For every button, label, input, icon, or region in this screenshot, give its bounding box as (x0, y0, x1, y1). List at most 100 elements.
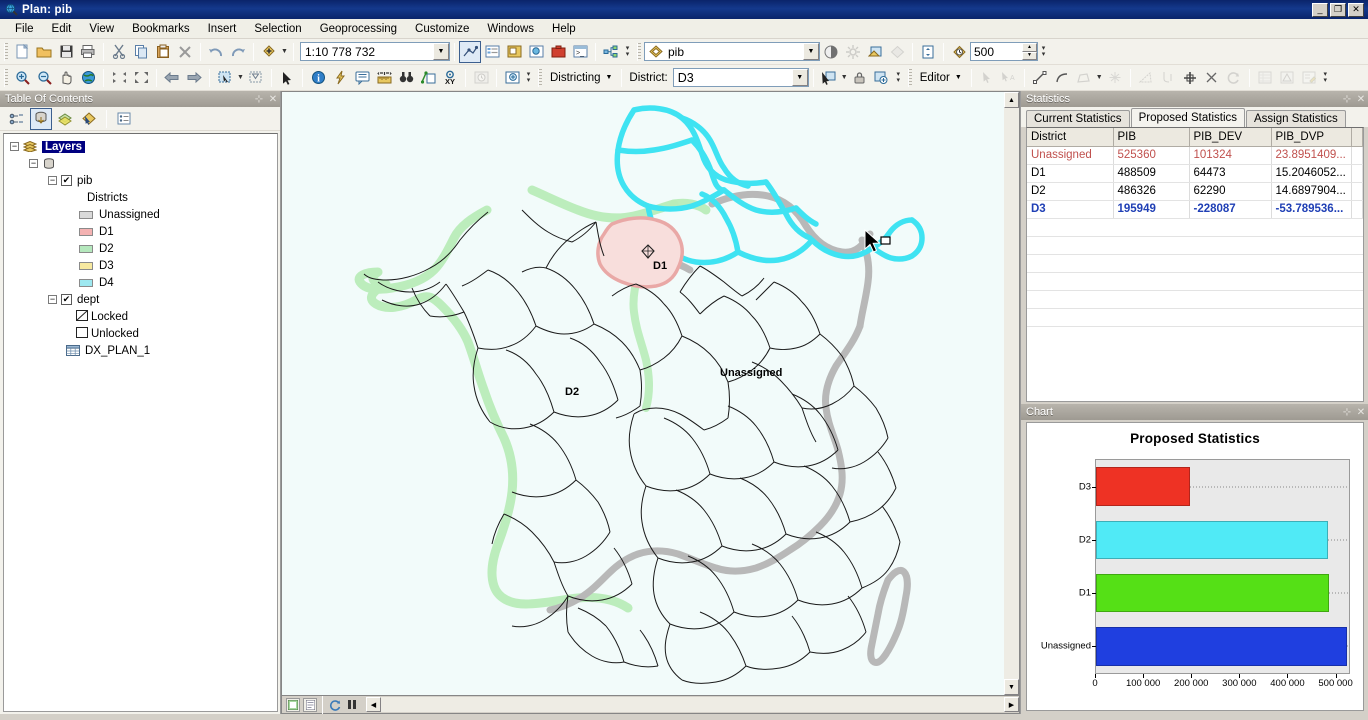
active-layer-dropdown-icon[interactable]: ▼ (803, 43, 819, 60)
page-status-icon[interactable] (303, 697, 317, 712)
chart-body[interactable]: Proposed Statistics Unassigned D1 D2 D3 0 10… (1026, 422, 1364, 711)
fixed-zoom-in-icon[interactable] (108, 67, 130, 89)
list-by-selection-icon[interactable] (78, 108, 100, 130)
edit-tool-icon[interactable] (976, 67, 998, 89)
toolbar-overflow-icon[interactable]: ▾ ▾ (523, 67, 534, 89)
attributes-table-icon[interactable] (1254, 67, 1276, 89)
select-features-icon[interactable] (214, 67, 236, 89)
legend-item-d4[interactable]: D4 (10, 274, 277, 291)
menu-file[interactable]: File (6, 21, 43, 37)
select-features-dropdown-icon[interactable]: ▼ (236, 67, 245, 89)
map-canvas[interactable]: D1 D2 Unassigned (281, 91, 1004, 696)
split-icon[interactable] (1157, 67, 1179, 89)
construction-tools-icon[interactable] (1073, 67, 1095, 89)
close-icon[interactable]: ✕ (1354, 407, 1368, 418)
tree-node-datasource[interactable]: − (10, 155, 277, 172)
tab-proposed-statistics[interactable]: Proposed Statistics (1130, 108, 1245, 127)
expander-icon[interactable]: − (48, 176, 57, 185)
search-window-icon[interactable] (525, 41, 547, 63)
table-row[interactable]: D3 195949 -228087 -53.789536... (1027, 200, 1363, 219)
construction-tools-dropdown-icon[interactable]: ▼ (1095, 67, 1104, 89)
district-combo[interactable]: D3 ▼ (672, 68, 809, 87)
close-icon[interactable]: ✕ (266, 94, 280, 105)
edit-annotation-icon[interactable]: A (998, 67, 1020, 89)
toolbar-grip[interactable] (907, 68, 912, 87)
dept-visibility-checkbox[interactable]: ✔ (61, 294, 72, 305)
zoom-out-icon[interactable] (33, 67, 55, 89)
legend-item-d2[interactable]: D2 (10, 240, 277, 257)
tree-node-dept[interactable]: − ✔ dept (10, 291, 277, 308)
toolbar-grip[interactable] (637, 42, 641, 61)
scroll-track[interactable] (381, 697, 1004, 712)
toolbar-overflow-icon[interactable]: ▾ ▾ (1038, 41, 1049, 63)
list-by-visibility-icon[interactable] (54, 108, 76, 130)
toolbar-grip[interactable] (538, 68, 542, 87)
tree-node-dx-plan-table[interactable]: DX_PLAN_1 (10, 342, 277, 359)
scroll-right-button[interactable]: ▶ (1004, 697, 1019, 712)
contrast-icon[interactable] (820, 41, 842, 63)
district-dropdown-icon[interactable]: ▼ (791, 69, 808, 86)
add-data-dropdown-icon[interactable]: ▼ (280, 41, 289, 63)
maximize-button[interactable]: ❐ (1330, 2, 1346, 17)
menu-edit[interactable]: Edit (43, 21, 81, 37)
merge-icon[interactable] (1179, 67, 1201, 89)
close-icon[interactable]: ✕ (1354, 94, 1368, 105)
menu-selection[interactable]: Selection (245, 21, 310, 37)
pin-icon[interactable]: ⊹ (252, 94, 266, 105)
map-scale-dropdown-icon[interactable]: ▼ (433, 43, 449, 60)
toolbar-grip[interactable] (4, 42, 8, 61)
scroll-left-button[interactable]: ◀ (366, 697, 381, 712)
menu-windows[interactable]: Windows (478, 21, 543, 37)
list-by-source-icon[interactable] (30, 107, 52, 130)
create-viewer-window-icon[interactable] (501, 67, 523, 89)
tree-node-layers[interactable]: − Layers (10, 138, 277, 155)
districting-menu[interactable]: Districting ▼ (545, 68, 617, 88)
scroll-up-button[interactable]: ▲ (1004, 92, 1019, 108)
trace-icon[interactable] (1135, 67, 1157, 89)
expander-icon[interactable]: − (29, 159, 38, 168)
legend-item-d1[interactable]: D1 (10, 223, 277, 240)
table-row[interactable]: D2 486326 62290 14.6897904... (1027, 182, 1363, 201)
table-row[interactable]: D1 488509 64473 15.2046052... (1027, 164, 1363, 183)
pin-icon[interactable]: ⊹ (1340, 407, 1354, 418)
expander-icon[interactable]: − (10, 142, 19, 151)
lock-district-icon[interactable] (849, 67, 871, 89)
zoom-in-icon[interactable] (11, 67, 33, 89)
layer-tree[interactable]: − Layers − − ✔ pib Districts Unassigned … (3, 133, 278, 712)
swap-layer-icon[interactable] (864, 41, 886, 63)
catalog-icon[interactable] (503, 41, 525, 63)
sketch-summary-icon[interactable] (1276, 67, 1298, 89)
open-folder-icon[interactable] (33, 41, 55, 63)
undo-icon[interactable] (205, 41, 227, 63)
tab-current-statistics[interactable]: Current Statistics (1026, 110, 1130, 127)
new-document-icon[interactable] (11, 41, 33, 63)
feature-count-spinner[interactable]: 500 ▲ ▼ (970, 42, 1038, 61)
map-vertical-scrollbar[interactable]: ▲ ▼ (1004, 91, 1020, 696)
column-header-blank[interactable] (1351, 128, 1363, 147)
go-to-xy-icon[interactable]: XY (439, 67, 461, 89)
feature-count-steppers[interactable]: ▲ ▼ (1022, 43, 1037, 60)
table-of-contents-icon[interactable] (481, 41, 503, 63)
add-data-icon[interactable] (258, 41, 280, 63)
map-horizontal-scrollbar[interactable]: ◀ ▶ (366, 697, 1019, 712)
legend-item-d3[interactable]: D3 (10, 257, 277, 274)
column-header-pib-dvp[interactable]: PIB_DVP (1271, 128, 1352, 147)
assign-district-dropdown-icon[interactable]: ▼ (840, 67, 849, 89)
html-popup-icon[interactable] (351, 67, 373, 89)
column-header-pib-dev[interactable]: PIB_DEV (1189, 128, 1272, 147)
tab-assign-statistics[interactable]: Assign Statistics (1246, 110, 1346, 127)
delete-icon[interactable] (174, 41, 196, 63)
menu-bookmarks[interactable]: Bookmarks (123, 21, 199, 37)
python-window-icon[interactable]: >_ (569, 41, 591, 63)
hyperlink-icon[interactable] (329, 67, 351, 89)
cut-icon[interactable] (108, 41, 130, 63)
sketch-properties-icon[interactable] (1104, 67, 1126, 89)
minimize-button[interactable]: _ (1312, 2, 1328, 17)
menu-geoprocessing[interactable]: Geoprocessing (311, 21, 406, 37)
menu-insert[interactable]: Insert (199, 21, 246, 37)
diamond-icon[interactable] (886, 41, 908, 63)
history-clock-icon[interactable] (948, 41, 970, 63)
toolbar-overflow-icon[interactable]: ▾ ▾ (893, 67, 904, 89)
print-icon[interactable] (77, 41, 99, 63)
go-back-extent-icon[interactable] (161, 67, 183, 89)
